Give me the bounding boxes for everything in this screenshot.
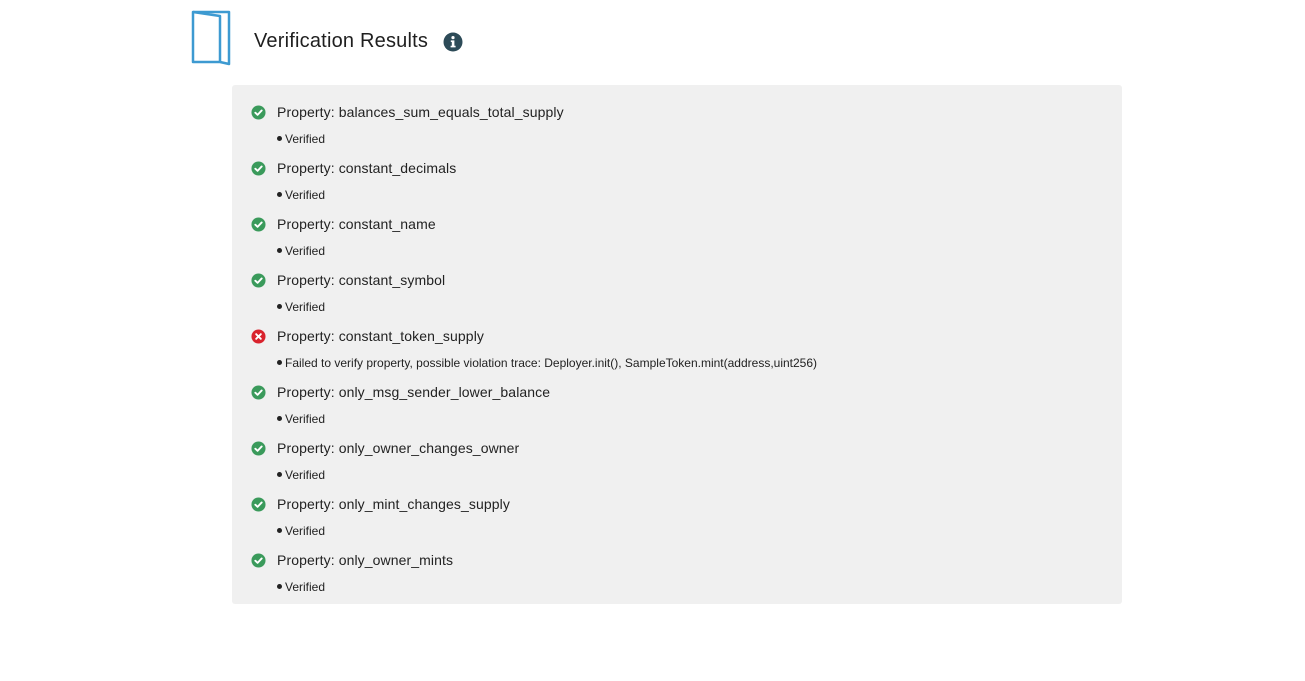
property-result: Property: only_owner_mints Verified: [232, 548, 1122, 604]
property-detail: Verified: [277, 580, 325, 594]
property-status-text: Verified: [285, 524, 326, 538]
verified-check-icon: [251, 384, 266, 400]
bullet-icon: [277, 359, 282, 365]
property-detail: Verified: [277, 188, 325, 202]
property-status-text: Verified: [285, 580, 326, 594]
property-header: Property: constant_symbol: [251, 270, 445, 290]
property-result: Property: constant_token_supply Failed to…: [232, 324, 1122, 380]
verified-check-icon: [251, 160, 266, 176]
property-status-text: Verified: [285, 244, 326, 258]
property-name: Property: only_owner_mints: [277, 552, 454, 568]
property-detail: Verified: [277, 244, 325, 258]
property-result: Property: constant_decimals Verified: [232, 156, 1122, 212]
verified-check-icon: [251, 272, 266, 288]
property-status-text: Verified: [285, 300, 326, 314]
results-panel: Property: balances_sum_equals_total_supp…: [232, 85, 1122, 604]
bullet-icon: [277, 415, 282, 421]
verified-check-icon: [251, 104, 266, 120]
property-name: Property: constant_decimals: [277, 160, 457, 176]
info-icon[interactable]: [443, 32, 463, 52]
verified-check-icon: [251, 440, 266, 456]
page: Verification Results Property: balances_…: [0, 0, 1305, 681]
verified-check-icon: [251, 216, 266, 232]
property-header: Property: only_msg_sender_lower_balance: [251, 382, 550, 402]
property-result: Property: only_msg_sender_lower_balance V…: [232, 380, 1122, 436]
property-status-text: Verified: [285, 132, 326, 146]
property-header: Property: constant_decimals: [251, 158, 456, 178]
bullet-icon: [277, 471, 282, 477]
page-title: Verification Results: [254, 30, 429, 52]
property-header: Property: constant_token_supply: [251, 326, 484, 346]
property-result: Property: only_mint_changes_supply Verifi…: [232, 492, 1122, 548]
property-name: Property: only_mint_changes_supply: [277, 496, 510, 512]
property-detail: Verified: [277, 132, 325, 146]
property-name: Property: constant_name: [277, 216, 436, 232]
property-name: Property: only_owner_changes_owner: [277, 440, 520, 456]
failed-x-icon: [251, 328, 266, 344]
property-name: Property: only_msg_sender_lower_balance: [277, 384, 551, 400]
property-result: Property: only_owner_changes_owner Verifi…: [232, 436, 1122, 492]
bullet-icon: [277, 527, 282, 533]
property-name: Property: constant_token_supply: [277, 328, 485, 344]
property-header: Property: only_owner_changes_owner: [251, 438, 519, 458]
document-icon: [191, 10, 231, 66]
property-result: Property: constant_symbol Verified: [232, 268, 1122, 324]
property-result: Property: balances_sum_equals_total_supp…: [232, 100, 1122, 156]
verified-check-icon: [251, 496, 266, 512]
property-header: Property: only_owner_mints: [251, 550, 453, 570]
bullet-icon: [277, 303, 282, 309]
property-status-text: Verified: [285, 412, 326, 426]
property-name: Property: balances_sum_equals_total_supp…: [277, 104, 564, 120]
property-result: Property: constant_name Verified: [232, 212, 1122, 268]
results-header: Verification Results: [190, 10, 463, 66]
property-detail: Failed to verify property, possible viol…: [277, 356, 817, 370]
property-header: Property: only_mint_changes_supply: [251, 494, 510, 514]
bullet-icon: [277, 191, 282, 197]
property-status-text: Verified: [285, 188, 326, 202]
property-status-text: Failed to verify property, possible viol…: [285, 356, 818, 370]
property-header: Property: constant_name: [251, 214, 436, 234]
bullet-icon: [277, 247, 282, 253]
property-detail: Verified: [277, 468, 325, 482]
bullet-icon: [277, 583, 282, 589]
verified-check-icon: [251, 552, 266, 568]
property-header: Property: balances_sum_equals_total_supp…: [251, 102, 564, 122]
property-name: Property: constant_symbol: [277, 272, 446, 288]
bullet-icon: [277, 135, 282, 141]
property-status-text: Verified: [285, 468, 326, 482]
property-detail: Verified: [277, 300, 325, 314]
property-detail: Verified: [277, 524, 325, 538]
property-detail: Verified: [277, 412, 325, 426]
